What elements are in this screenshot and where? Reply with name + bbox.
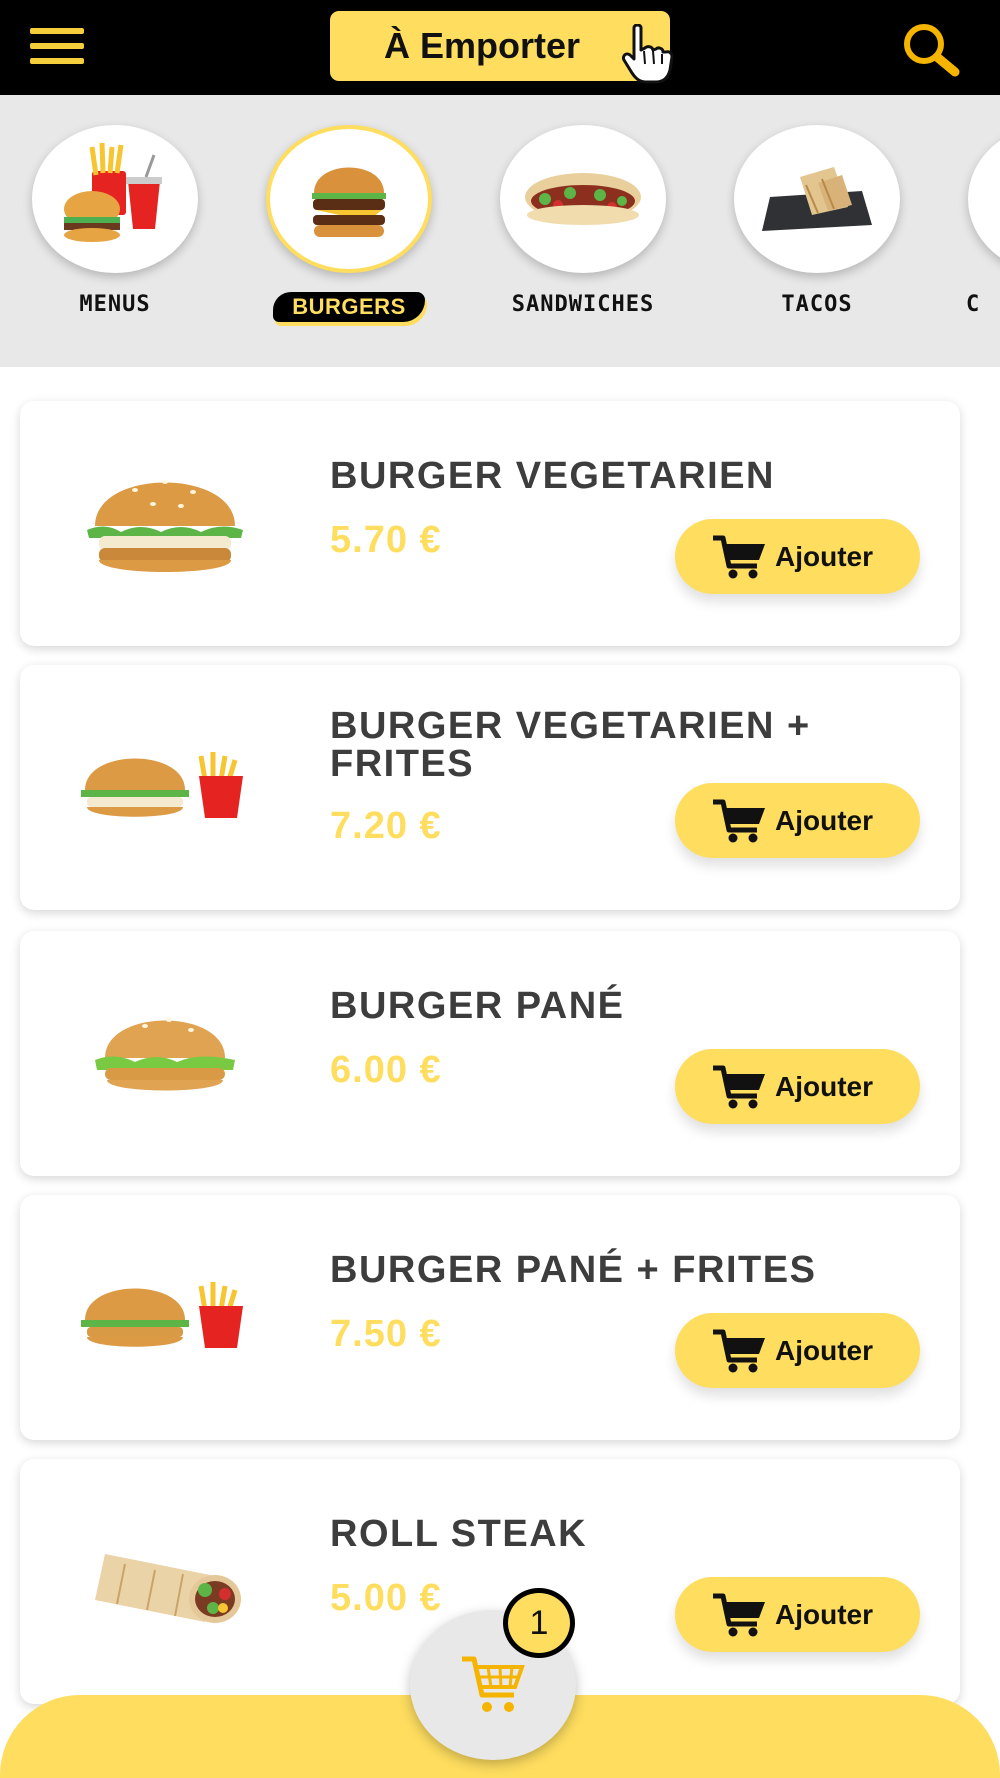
- product-name: BURGER VEGETARIEN + FRITES: [330, 705, 811, 785]
- product-price: 5.70 €: [330, 519, 442, 561]
- category-image: [968, 125, 1000, 273]
- product-card[interactable]: BURGER VEGETARIEN + FRITES 7.20 € Ajoute…: [20, 665, 960, 910]
- add-label: Ajouter: [775, 1598, 873, 1630]
- category-label: BURGERS: [273, 292, 425, 322]
- product-name: BURGER PANÉ: [330, 985, 625, 1027]
- category-label: C: [966, 292, 981, 317]
- product-image: [95, 1554, 241, 1623]
- cart-icon: [713, 1065, 765, 1108]
- top-header: À Emporter: [0, 0, 1000, 95]
- category-label: SANDWICHES: [511, 292, 655, 317]
- product-price: 7.20 €: [330, 805, 442, 847]
- add-to-cart-button[interactable]: Ajouter: [675, 1049, 920, 1124]
- shopping-cart-icon: [462, 1656, 525, 1712]
- category-image: [500, 125, 666, 273]
- category-bar: MENUS BURGERS SANDWICHES TACOS C: [0, 95, 1000, 367]
- cart-icon: [713, 1329, 765, 1372]
- product-card[interactable]: BURGER PANÉ 6.00 € Ajouter: [20, 931, 960, 1176]
- product-name: BURGER VEGETARIEN: [330, 455, 775, 497]
- add-label: Ajouter: [775, 540, 873, 572]
- product-image: [87, 480, 243, 572]
- add-label: Ajouter: [775, 804, 873, 836]
- product-image: [81, 1282, 243, 1348]
- category-image: [32, 125, 198, 273]
- hamburger-menu-icon[interactable]: [30, 28, 84, 66]
- product-name: ROLL STEAK: [330, 1513, 588, 1555]
- add-to-cart-button[interactable]: Ajouter: [675, 783, 920, 858]
- search-icon[interactable]: [900, 22, 962, 78]
- product-card[interactable]: BURGER PANÉ + FRITES 7.50 € Ajouter: [20, 1195, 960, 1440]
- order-mode-button[interactable]: À Emporter: [330, 11, 670, 81]
- cart-icon: [713, 799, 765, 842]
- category-label: MENUS: [79, 292, 151, 317]
- add-to-cart-button[interactable]: Ajouter: [675, 519, 920, 594]
- add-to-cart-button[interactable]: Ajouter: [675, 1577, 920, 1652]
- hand-pointer-icon: [622, 24, 674, 84]
- product-image: [81, 752, 243, 818]
- order-mode-label: À Emporter: [383, 25, 581, 66]
- product-price: 6.00 €: [330, 1049, 442, 1091]
- product-card[interactable]: BURGER VEGETARIEN 5.70 € Ajouter: [20, 401, 960, 646]
- category-label: TACOS: [781, 292, 853, 317]
- category-image: [734, 125, 900, 273]
- cart-icon: [713, 1593, 765, 1636]
- add-label: Ajouter: [775, 1334, 873, 1366]
- product-list: BURGER VEGETARIEN 5.70 € Ajouter BURGER …: [0, 367, 1000, 1778]
- product-price: 7.50 €: [330, 1313, 442, 1355]
- product-name: BURGER PANÉ + FRITES: [330, 1249, 817, 1291]
- add-label: Ajouter: [775, 1070, 873, 1102]
- cart-count-badge: 1: [503, 1588, 575, 1658]
- product-price: 5.00 €: [330, 1577, 442, 1619]
- product-image: [95, 1018, 235, 1091]
- cart-icon: [713, 535, 765, 578]
- category-image: [266, 125, 432, 273]
- add-to-cart-button[interactable]: Ajouter: [675, 1313, 920, 1388]
